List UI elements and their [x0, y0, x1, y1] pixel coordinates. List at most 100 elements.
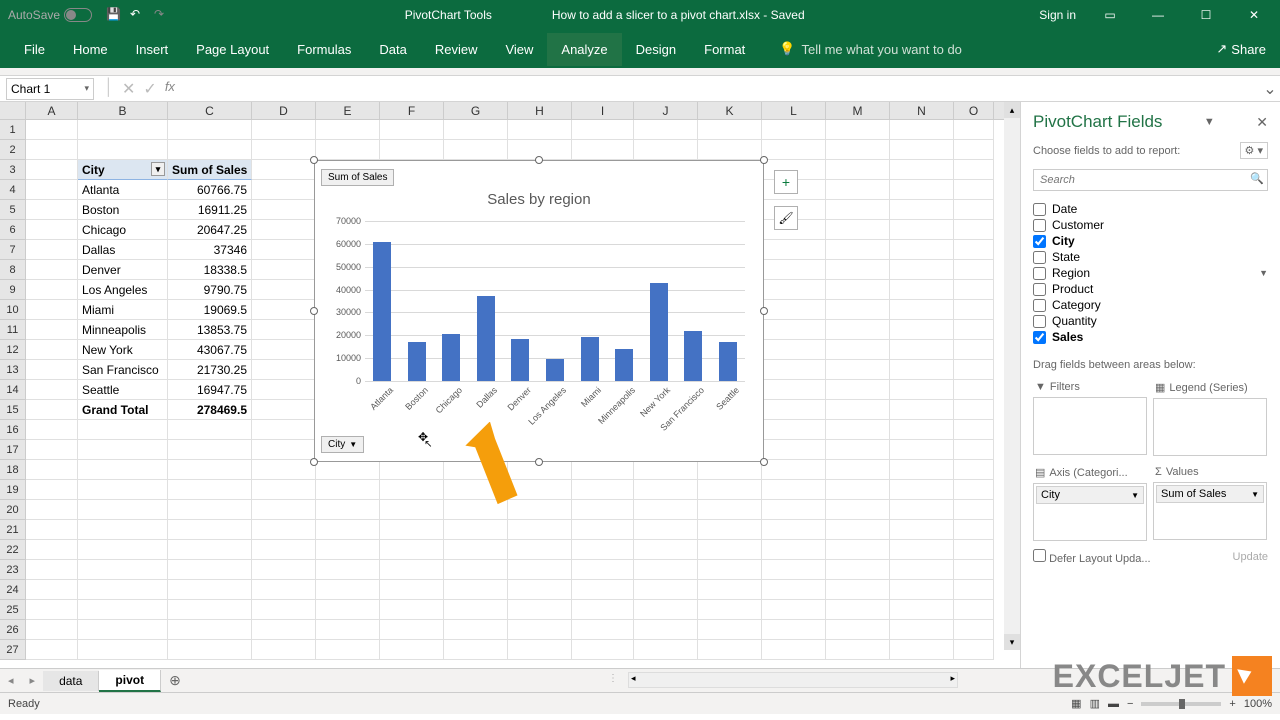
cell[interactable]	[954, 560, 994, 580]
cell[interactable]	[26, 620, 78, 640]
cell[interactable]	[252, 440, 316, 460]
cell[interactable]	[890, 320, 954, 340]
sheet-tab-pivot[interactable]: pivot	[99, 670, 161, 692]
zoom-out-icon[interactable]: −	[1127, 698, 1133, 710]
cell[interactable]	[168, 120, 252, 140]
cell[interactable]: 19069.5	[168, 300, 252, 320]
update-button[interactable]: Update	[1233, 551, 1268, 563]
cell[interactable]	[252, 320, 316, 340]
legend-area[interactable]	[1153, 398, 1267, 456]
cell[interactable]	[762, 140, 826, 160]
cell[interactable]	[380, 120, 444, 140]
cell[interactable]	[26, 600, 78, 620]
cell[interactable]	[252, 420, 316, 440]
cell[interactable]	[78, 420, 168, 440]
cell[interactable]	[890, 240, 954, 260]
cell[interactable]	[444, 600, 508, 620]
field-item[interactable]: Customer	[1033, 217, 1268, 233]
cell[interactable]	[954, 640, 994, 660]
row-header[interactable]: 19	[0, 480, 26, 500]
cell[interactable]: 16911.25	[168, 200, 252, 220]
cell[interactable]	[762, 440, 826, 460]
close-pane-icon[interactable]: ✕	[1256, 114, 1268, 131]
row-header[interactable]: 14	[0, 380, 26, 400]
cell[interactable]	[826, 160, 890, 180]
fields-pane-dropdown-icon[interactable]: ▼	[1204, 116, 1215, 128]
cell[interactable]	[890, 580, 954, 600]
cell[interactable]	[826, 220, 890, 240]
expand-formula-icon[interactable]: ⌄	[1260, 79, 1280, 99]
cell[interactable]: City	[78, 160, 168, 180]
cell[interactable]	[826, 240, 890, 260]
cell[interactable]	[168, 540, 252, 560]
cell[interactable]	[954, 260, 994, 280]
cell[interactable]	[954, 620, 994, 640]
cell[interactable]	[762, 300, 826, 320]
cell[interactable]	[890, 420, 954, 440]
name-box[interactable]: Chart 1▾	[6, 78, 94, 100]
cell[interactable]	[762, 120, 826, 140]
cell[interactable]	[252, 140, 316, 160]
values-item-sales[interactable]: Sum of Sales▼	[1156, 485, 1264, 503]
horizontal-scrollbar[interactable]: ◂ ▸	[628, 672, 958, 688]
fields-layout-button[interactable]: ⚙ ▾	[1240, 142, 1268, 159]
cell[interactable]	[634, 560, 698, 580]
cell[interactable]	[316, 120, 380, 140]
cell[interactable]	[890, 140, 954, 160]
cell[interactable]: 16947.75	[168, 380, 252, 400]
cell[interactable]	[954, 240, 994, 260]
cell[interactable]	[444, 640, 508, 660]
cell[interactable]	[380, 640, 444, 660]
cell[interactable]	[826, 620, 890, 640]
cell[interactable]	[26, 160, 78, 180]
col-header[interactable]: C	[168, 102, 252, 119]
row-header[interactable]: 2	[0, 140, 26, 160]
cell[interactable]	[762, 400, 826, 420]
cell[interactable]	[78, 600, 168, 620]
cell[interactable]	[78, 460, 168, 480]
row-header[interactable]: 22	[0, 540, 26, 560]
chart-bar[interactable]	[684, 331, 702, 381]
autosave-toggle[interactable]: AutoSave	[8, 8, 92, 22]
cancel-formula-icon[interactable]: ✕	[122, 79, 135, 99]
cell[interactable]	[698, 500, 762, 520]
cell[interactable]	[890, 220, 954, 240]
row-header[interactable]: 4	[0, 180, 26, 200]
cell[interactable]	[826, 560, 890, 580]
cell[interactable]	[698, 120, 762, 140]
chart-title[interactable]: Sales by region	[315, 191, 763, 208]
vertical-scrollbar[interactable]: ▴ ▾	[1004, 102, 1020, 650]
cell[interactable]	[78, 540, 168, 560]
cell[interactable]	[26, 500, 78, 520]
fx-icon[interactable]: fx	[165, 79, 175, 99]
cell[interactable]	[572, 120, 634, 140]
cell[interactable]: New York	[78, 340, 168, 360]
cell[interactable]	[78, 500, 168, 520]
tell-me-input[interactable]: 💡 Tell me what you want to do	[779, 41, 962, 57]
cell[interactable]	[316, 500, 380, 520]
cell[interactable]	[168, 500, 252, 520]
cell[interactable]	[380, 140, 444, 160]
cell[interactable]	[26, 380, 78, 400]
chart-elements-button[interactable]: +	[774, 170, 798, 194]
cell[interactable]	[26, 340, 78, 360]
cell[interactable]	[826, 280, 890, 300]
cell[interactable]	[316, 540, 380, 560]
cell[interactable]	[890, 640, 954, 660]
cell[interactable]	[168, 620, 252, 640]
cell[interactable]	[890, 280, 954, 300]
cell[interactable]	[954, 220, 994, 240]
cell[interactable]	[316, 520, 380, 540]
cell[interactable]	[252, 460, 316, 480]
row-header[interactable]: 11	[0, 320, 26, 340]
cell[interactable]	[380, 620, 444, 640]
tab-page-layout[interactable]: Page Layout	[182, 33, 283, 66]
cell[interactable]	[954, 460, 994, 480]
view-page-icon[interactable]: ▥	[1090, 697, 1100, 710]
cell[interactable]	[508, 600, 572, 620]
cell[interactable]	[634, 520, 698, 540]
cell[interactable]	[78, 560, 168, 580]
cell[interactable]	[890, 120, 954, 140]
cell[interactable]	[698, 460, 762, 480]
row-header[interactable]: 25	[0, 600, 26, 620]
